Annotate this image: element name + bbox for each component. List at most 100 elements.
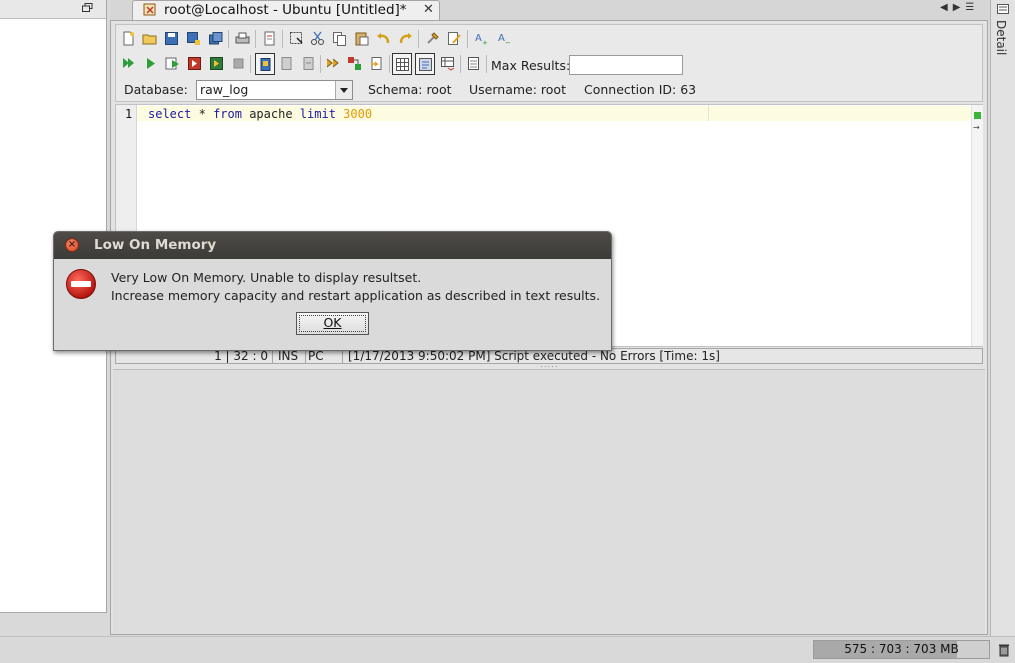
- execution-status-message: [1/17/2013 9:50:02 PM] Script executed -…: [348, 349, 720, 363]
- code-identifier: apache: [249, 107, 293, 121]
- query-builder-icon[interactable]: [347, 56, 362, 71]
- rollback-icon[interactable]: [301, 56, 316, 71]
- redo-icon[interactable]: [398, 31, 413, 46]
- results-panel: [113, 369, 985, 634]
- database-label: Database:: [124, 82, 188, 97]
- line-ending-mode: PC: [307, 349, 343, 363]
- replace-icon[interactable]: [447, 31, 462, 46]
- svg-text:A: A: [498, 33, 505, 44]
- page-setup-icon[interactable]: [262, 31, 277, 46]
- code-number: 3000: [343, 107, 373, 121]
- toolbar-separator: [460, 55, 461, 73]
- low-memory-dialog: × Low On Memory Very Low On Memory. Unab…: [53, 231, 612, 351]
- no-errors-marker-icon: [974, 112, 981, 119]
- new-file-icon[interactable]: [121, 31, 136, 46]
- close-icon[interactable]: ×: [65, 238, 79, 252]
- svg-text:+: +: [482, 39, 488, 46]
- tab-untitled-script[interactable]: root@Localhost - Ubuntu [Untitled]* ✕: [132, 0, 440, 20]
- max-results-label: Max Results:: [491, 58, 571, 73]
- dialog-message-line1: Very Low On Memory. Unable to display re…: [111, 270, 422, 285]
- toolbar-separator: [418, 30, 419, 48]
- detail-panel-icon[interactable]: [997, 4, 1009, 14]
- right-side-panel: Detail: [990, 0, 1015, 636]
- select-all-icon[interactable]: [289, 31, 304, 46]
- format-sql-icon[interactable]: [325, 56, 340, 71]
- save-as-icon[interactable]: [186, 31, 201, 46]
- tab-close-icon[interactable]: ✕: [423, 2, 434, 17]
- code-keyword: limit: [299, 107, 336, 121]
- results-in-text-toggle[interactable]: [415, 53, 435, 75]
- text-results-icon: [419, 58, 432, 71]
- commit-icon[interactable]: [279, 56, 294, 71]
- toolbar-separator: [228, 30, 229, 48]
- execute-script-icon[interactable]: [209, 56, 224, 71]
- editor-overview-ruler[interactable]: →: [971, 105, 983, 346]
- results-in-grid-toggle[interactable]: [392, 53, 412, 75]
- memory-usage-text: 575 : 703 : 703 MB: [844, 642, 959, 656]
- restore-window-icon[interactable]: [82, 3, 93, 12]
- cut-icon[interactable]: [310, 31, 325, 46]
- save-icon[interactable]: [164, 31, 179, 46]
- execute-all-icon[interactable]: [121, 56, 136, 71]
- dialog-titlebar: × Low On Memory: [54, 232, 611, 259]
- sql-connection-icon: [143, 3, 156, 16]
- tab-navigation: ◀▶☰: [940, 2, 979, 13]
- insert-mode: INS: [276, 349, 306, 363]
- tab-list-icon[interactable]: ☰: [965, 2, 979, 13]
- bookmark-icon[interactable]: [369, 56, 384, 71]
- toolbar-separator: [320, 55, 321, 73]
- right-margin-guide: [708, 105, 709, 121]
- ok-button-label: OK: [323, 315, 342, 330]
- connection-id-info: Connection ID: 63: [584, 82, 697, 97]
- code-keyword: select: [148, 107, 192, 121]
- error-icon: [66, 269, 96, 299]
- toolbar-separator: [486, 55, 487, 73]
- undo-icon[interactable]: [376, 31, 391, 46]
- save-all-icon[interactable]: [208, 31, 223, 46]
- toolbar-separator: [255, 30, 256, 48]
- sql-code[interactable]: select * from apache limit 3000: [148, 107, 372, 121]
- font-size-decrease-icon[interactable]: A −: [497, 31, 512, 46]
- left-panel-footer: [0, 613, 108, 635]
- find-icon[interactable]: [425, 31, 440, 46]
- toolbar-separator: [467, 30, 468, 48]
- svg-text:−: −: [505, 39, 511, 46]
- max-results-input[interactable]: [569, 55, 683, 75]
- detail-panel-tab[interactable]: Detail: [994, 20, 1008, 55]
- schema-info: Schema: root: [368, 82, 452, 97]
- paste-icon[interactable]: [354, 31, 369, 46]
- tab-title: root@Localhost - Ubuntu [Untitled]*: [164, 2, 407, 18]
- ok-button[interactable]: OK: [296, 312, 369, 335]
- memory-usage-indicator[interactable]: 575 : 703 : 703 MB: [813, 640, 990, 659]
- code-token: *: [198, 107, 206, 121]
- print-icon[interactable]: [235, 31, 250, 46]
- execute-selection-icon[interactable]: [165, 56, 180, 71]
- toolbar-separator: [282, 30, 283, 48]
- trash-icon[interactable]: [998, 643, 1010, 657]
- cursor-position: 1 | 32 : 0: [214, 349, 268, 363]
- dialog-message-line2: Increase memory capacity and restart app…: [111, 288, 601, 303]
- open-folder-icon[interactable]: [142, 31, 157, 46]
- line-number: 1: [125, 107, 133, 121]
- toolbar-separator: [389, 55, 390, 73]
- toolbar-separator: [250, 55, 251, 73]
- chevron-down-icon[interactable]: [335, 81, 352, 99]
- execute-icon[interactable]: [143, 56, 158, 71]
- auto-commit-toggle[interactable]: [255, 53, 275, 75]
- result-set-icon[interactable]: [466, 56, 481, 71]
- stop-icon[interactable]: [231, 56, 246, 71]
- database-select[interactable]: raw_log: [196, 80, 353, 100]
- execute-to-file-icon[interactable]: [187, 56, 202, 71]
- code-keyword: from: [213, 107, 242, 121]
- font-size-increase-icon[interactable]: A +: [474, 31, 489, 46]
- left-panel-header: [0, 0, 106, 19]
- database-value: raw_log: [200, 82, 249, 97]
- tab-scroll-left-icon[interactable]: ◀: [940, 2, 953, 13]
- copy-icon[interactable]: [332, 31, 347, 46]
- username-info: Username: root: [469, 82, 566, 97]
- export-results-icon[interactable]: [440, 56, 455, 71]
- status-cell: 1 | 32 : 0: [116, 349, 273, 363]
- caret-marker-icon: →: [973, 123, 980, 132]
- tab-scroll-right-icon[interactable]: ▶: [953, 2, 966, 13]
- svg-text:A: A: [475, 33, 482, 44]
